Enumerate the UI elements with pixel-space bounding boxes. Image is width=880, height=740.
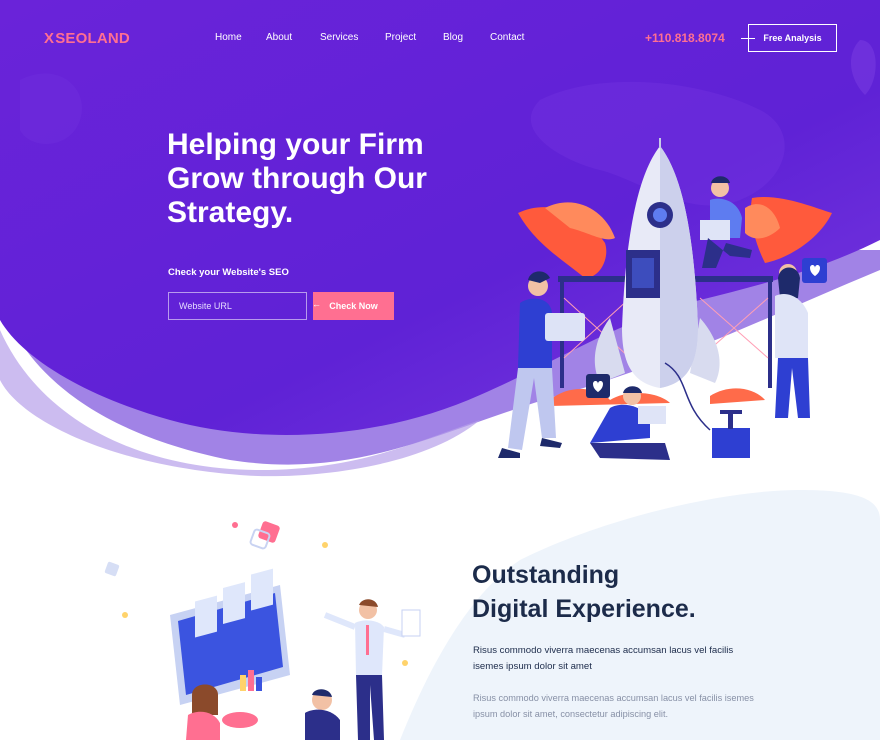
nav-project[interactable]: Project — [385, 32, 416, 43]
nav-blog[interactable]: Blog — [443, 32, 463, 43]
free-analysis-button[interactable]: Free Analysis — [748, 24, 837, 52]
team-illustration — [104, 521, 421, 740]
arrow-icon: ← — [312, 299, 321, 309]
section-title-line: Outstanding — [472, 561, 620, 589]
section-lead-paragraph: Risus commodo viverra maecenas accumsan … — [473, 645, 734, 672]
website-url-input[interactable] — [168, 292, 307, 320]
hero-title-line: Grow through Our — [167, 162, 427, 195]
hero-title-line: Helping your Firm — [167, 128, 424, 161]
brand-logo[interactable]: XSEOLAND — [44, 30, 130, 47]
section-title: Outstanding Digital Experience. — [472, 558, 792, 626]
section-title-line: Digital Experience. — [472, 595, 696, 623]
check-now-button[interactable]: Check Now — [313, 292, 394, 320]
nav-about[interactable]: About — [266, 32, 292, 43]
section-body-paragraph: Risus commodo viverra maecenas accumsan … — [473, 693, 754, 719]
nav-contact[interactable]: Contact — [490, 32, 524, 43]
nav-services[interactable]: Services — [320, 32, 358, 43]
logo-text: SEOLAND — [55, 30, 130, 47]
rocket-illustration — [498, 138, 832, 460]
seo-check-label: Check your Website's SEO — [168, 267, 289, 278]
cta-accent-line — [741, 38, 755, 39]
logo-x-mark: X — [44, 30, 55, 47]
site-header: XSEOLAND Home About Services Project Blo… — [0, 0, 880, 78]
nav-home[interactable]: Home — [215, 32, 242, 43]
hero-title-line: Strategy. — [167, 196, 294, 229]
header-phone[interactable]: +110.818.8074 — [645, 31, 725, 45]
hero-title: Helping your Firm Grow through Our Strat… — [167, 128, 467, 230]
